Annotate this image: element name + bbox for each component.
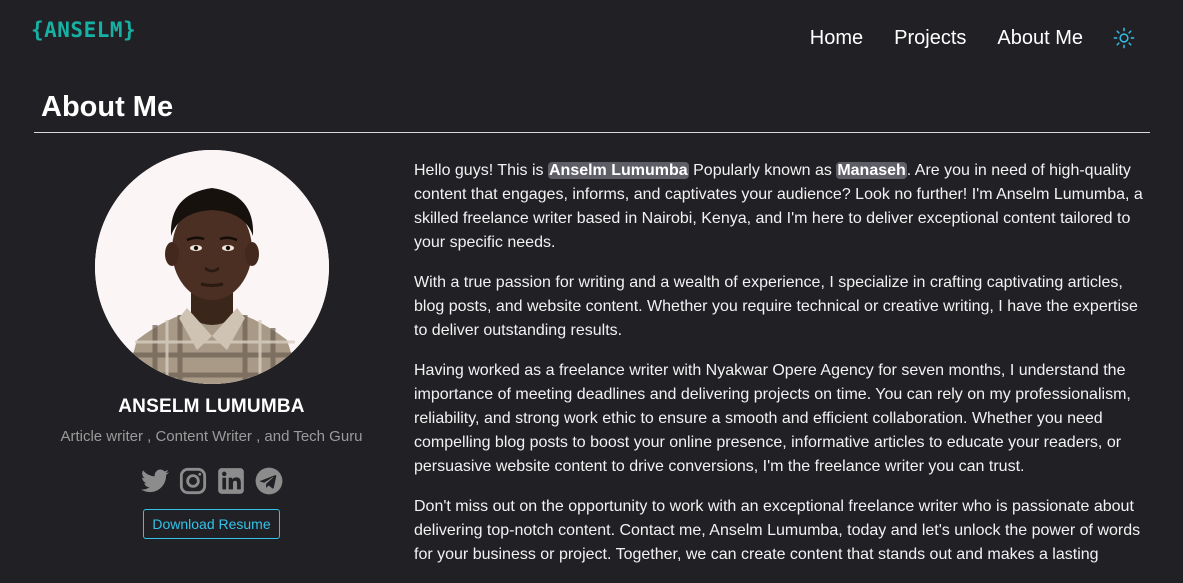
avatar	[94, 150, 329, 384]
bio-paragraph-4: Don't miss out on the opportunity to wor…	[414, 498, 1141, 563]
nav-link-projects[interactable]: Projects	[894, 25, 966, 51]
bio-paragraph-1: Hello guys! This is Anselm Lumumba Popul…	[414, 159, 1149, 255]
bio-p1-middle: Popularly known as	[688, 162, 837, 179]
twitter-icon[interactable]	[140, 467, 169, 495]
nav-link-home[interactable]: Home	[810, 25, 863, 51]
bio-p1-intro: Hello guys! This is	[414, 162, 548, 179]
page-title: About Me	[41, 91, 174, 123]
title-divider	[34, 132, 1150, 133]
profile-card: ANSELM LUMUMBA Article writer , Content …	[34, 150, 389, 539]
brand-logo[interactable]: {ANSELM}	[31, 18, 136, 42]
linkedin-icon[interactable]	[217, 467, 245, 495]
telegram-icon[interactable]	[255, 467, 283, 495]
sun-icon[interactable]	[1113, 27, 1135, 49]
highlight-nickname: Manaseh	[836, 162, 907, 179]
bio-text: Hello guys! This is Anselm Lumumba Popul…	[414, 159, 1149, 583]
nav-links: Home Projects About Me	[810, 25, 1135, 51]
nav-link-about-me[interactable]: About Me	[997, 25, 1083, 51]
navbar: {ANSELM} Home Projects About Me	[0, 0, 1183, 78]
profile-name: ANSELM LUMUMBA	[118, 396, 305, 417]
profile-role: Article writer , Content Writer , and Te…	[60, 428, 363, 445]
instagram-icon[interactable]	[179, 467, 207, 495]
highlight-name: Anselm Lumumba	[547, 162, 689, 179]
social-links	[140, 467, 283, 495]
download-resume-button[interactable]: Download Resume	[143, 509, 280, 539]
bio-paragraph-2: With a true passion for writing and a we…	[414, 274, 1138, 339]
bio-paragraph-3: Having worked as a freelance writer with…	[414, 362, 1131, 475]
